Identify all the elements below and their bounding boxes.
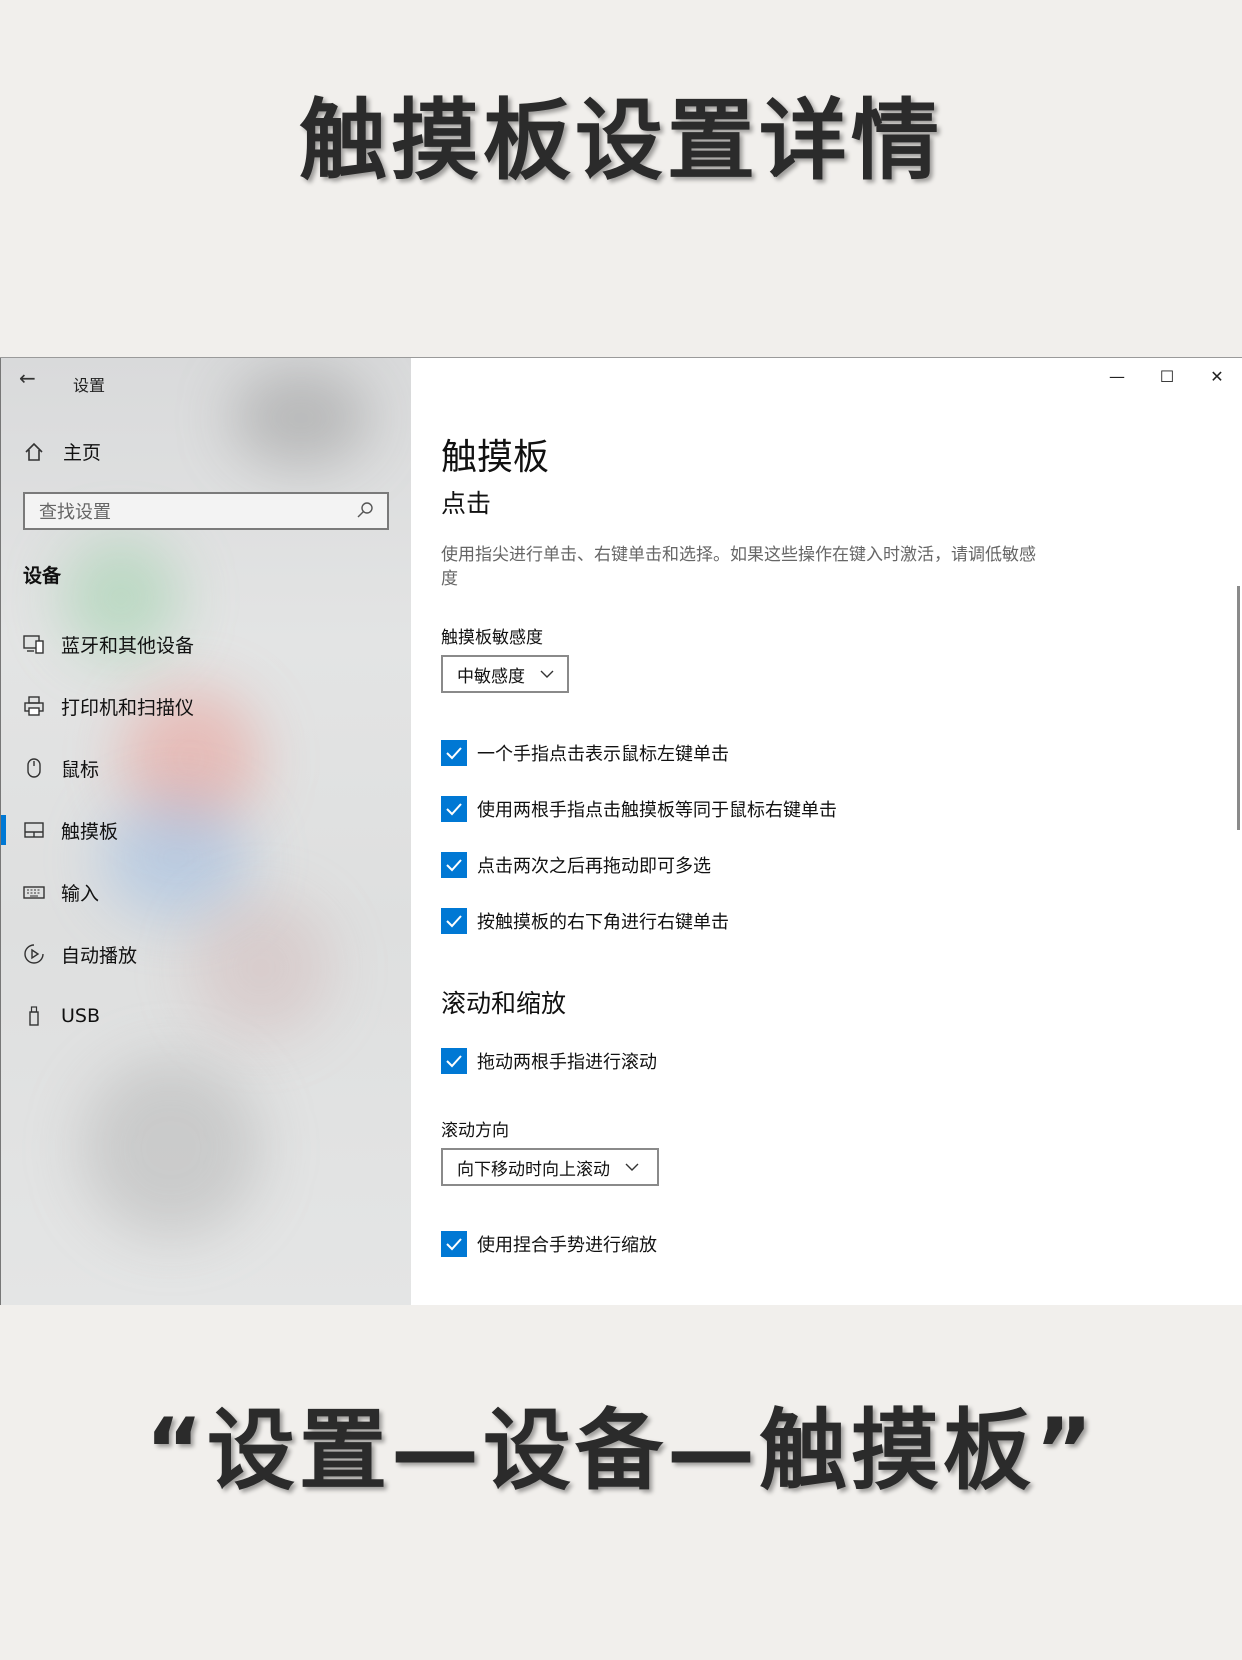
page-title: 触摸板: [441, 437, 550, 478]
sidebar-home-label: 主页: [63, 442, 102, 464]
check-label: 按触摸板的右下角进行右键单击: [477, 912, 729, 933]
scrollbar[interactable]: [1237, 586, 1240, 830]
chevron-down-icon: [624, 1159, 640, 1175]
check-label: 拖动两根手指进行滚动: [477, 1052, 657, 1073]
keyboard-icon: [23, 881, 45, 903]
sidebar-item-printers[interactable]: 打印机和扫描仪: [1, 675, 412, 737]
checkbox-checked[interactable]: [441, 852, 467, 878]
sensitivity-value: 中敏感度: [457, 666, 525, 687]
sidebar-item-label: 自动播放: [61, 944, 138, 967]
minimize-icon[interactable]: —: [1092, 358, 1142, 394]
sidebar-item-label: 触摸板: [61, 820, 119, 843]
home-icon: [23, 441, 45, 463]
check-two-finger-tap[interactable]: 使用两根手指点击触摸板等同于鼠标右键单击: [441, 796, 837, 822]
maximize-icon[interactable]: ☐: [1142, 358, 1192, 394]
check-label: 一个手指点击表示鼠标左键单击: [477, 744, 729, 765]
back-arrow-icon[interactable]: ←: [19, 366, 36, 390]
sensitivity-label: 触摸板敏感度: [441, 628, 543, 648]
sidebar-item-usb[interactable]: USB: [1, 985, 412, 1047]
sidebar-nav: 蓝牙和其他设备 打印机和扫描仪 鼠标 触摸板 输入 自动播放 USB: [1, 613, 412, 1047]
section-label-devices: 设备: [23, 565, 62, 587]
sidebar-item-label: 鼠标: [61, 758, 100, 781]
sidebar-item-touchpad[interactable]: 触摸板: [1, 799, 412, 861]
touchpad-icon: [23, 819, 45, 841]
mouse-icon: [23, 757, 45, 779]
sidebar-item-label: 输入: [61, 882, 100, 905]
sidebar-item-typing[interactable]: 输入: [1, 861, 412, 923]
section-heading-taps: 点击: [441, 489, 492, 518]
checkbox-checked[interactable]: [441, 1048, 467, 1074]
check-label: 使用两根手指点击触摸板等同于鼠标右键单击: [477, 800, 837, 821]
settings-window: ← 设置 主页 查找设置 设备 蓝牙和其他设备 打印机和扫描仪 鼠标 触摸板 输…: [0, 357, 1242, 1305]
sidebar-item-autoplay[interactable]: 自动播放: [1, 923, 412, 985]
search-placeholder: 查找设置: [39, 502, 111, 523]
checkbox-checked[interactable]: [441, 796, 467, 822]
checkbox-checked[interactable]: [441, 908, 467, 934]
search-icon[interactable]: [355, 500, 377, 522]
sensitivity-dropdown[interactable]: 中敏感度: [441, 655, 569, 693]
search-input[interactable]: 查找设置: [23, 492, 389, 530]
usb-icon: [23, 1005, 45, 1027]
sidebar-home[interactable]: 主页: [23, 438, 101, 465]
bluetooth-devices-icon: [23, 633, 45, 655]
checkbox-checked[interactable]: [441, 740, 467, 766]
check-pinch-zoom[interactable]: 使用捏合手势进行缩放: [441, 1231, 657, 1257]
headline-top: 触摸板设置详情: [298, 89, 943, 192]
check-label: 点击两次之后再拖动即可多选: [477, 856, 711, 877]
section-heading-scroll: 滚动和缩放: [441, 989, 567, 1018]
headline-bottom: “设置—设备—触摸板”: [145, 1399, 1097, 1502]
main-content: — ☐ ✕ 触摸板 点击 使用指尖进行单击、右键单击和选择。如果这些操作在键入时…: [411, 358, 1242, 1305]
sidebar: ← 设置 主页 查找设置 设备 蓝牙和其他设备 打印机和扫描仪 鼠标 触摸板 输…: [0, 358, 412, 1305]
scroll-direction-dropdown[interactable]: 向下移动时向上滚动: [441, 1148, 659, 1186]
checkbox-checked[interactable]: [441, 1231, 467, 1257]
printer-icon: [23, 695, 45, 717]
check-two-finger-scroll[interactable]: 拖动两根手指进行滚动: [441, 1048, 657, 1074]
taps-description: 使用指尖进行单击、右键单击和选择。如果这些操作在键入时激活，请调低敏感度: [441, 545, 1036, 589]
chevron-down-icon: [539, 666, 555, 682]
autoplay-icon: [23, 943, 45, 965]
window-controls: — ☐ ✕: [1092, 358, 1242, 394]
scroll-direction-label: 滚动方向: [441, 1121, 509, 1141]
sidebar-item-mouse[interactable]: 鼠标: [1, 737, 412, 799]
sidebar-item-label: 蓝牙和其他设备: [61, 634, 195, 657]
check-single-tap[interactable]: 一个手指点击表示鼠标左键单击: [441, 740, 729, 766]
check-label: 使用捏合手势进行缩放: [477, 1235, 657, 1256]
check-corner-right-click[interactable]: 按触摸板的右下角进行右键单击: [441, 908, 729, 934]
check-tap-twice-drag[interactable]: 点击两次之后再拖动即可多选: [441, 852, 711, 878]
window-title: 设置: [73, 376, 106, 395]
sidebar-item-label: USB: [61, 1005, 101, 1027]
close-icon[interactable]: ✕: [1192, 358, 1242, 394]
sidebar-item-label: 打印机和扫描仪: [61, 696, 195, 719]
scroll-direction-value: 向下移动时向上滚动: [457, 1159, 610, 1180]
sidebar-item-bluetooth[interactable]: 蓝牙和其他设备: [1, 613, 412, 675]
